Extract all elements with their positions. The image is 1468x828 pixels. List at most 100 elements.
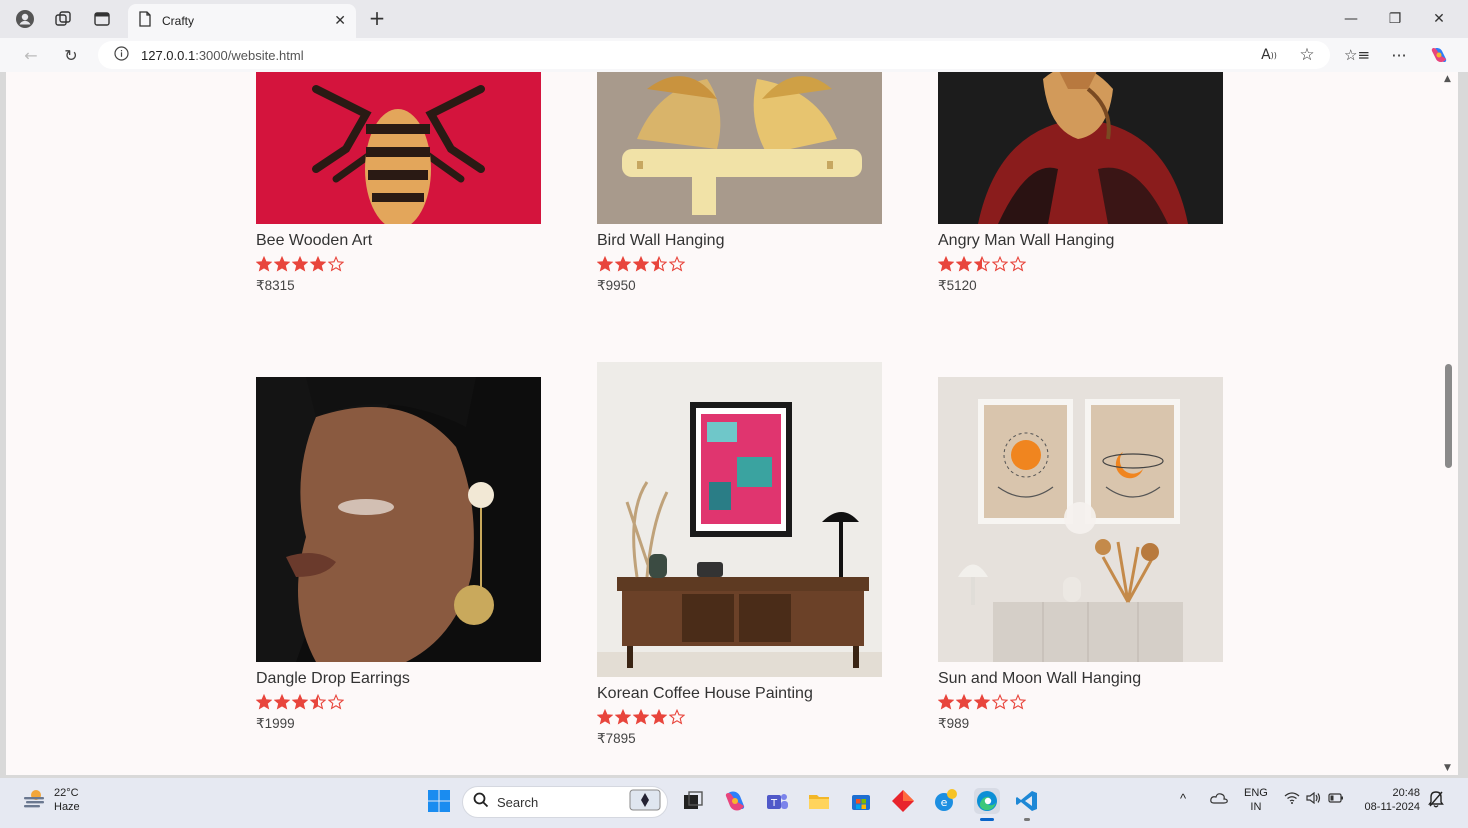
star-empty-icon xyxy=(992,256,1008,272)
favorite-star-icon[interactable]: ☆ xyxy=(1296,44,1318,66)
page-viewport: Bee Wooden Art ₹8315 Bird Wall Hanging ₹… xyxy=(6,72,1440,775)
search-highlight-icon xyxy=(629,789,661,815)
star-empty-icon xyxy=(669,256,685,272)
svg-text:T: T xyxy=(770,798,778,809)
scroll-down-arrow[interactable]: ▼ xyxy=(1444,763,1451,773)
star-empty-icon xyxy=(328,694,344,710)
notification-bell-icon[interactable] xyxy=(1428,790,1444,812)
star-empty-icon xyxy=(1010,694,1026,710)
product-card[interactable]: Sun and Moon Wall Hanging ₹989 xyxy=(938,377,1223,732)
system-clock[interactable]: 20:48 08-11-2024 xyxy=(1358,786,1420,814)
star-filled-icon xyxy=(256,256,272,272)
product-price: ₹5120 xyxy=(938,278,977,293)
close-window-icon[interactable]: ✕ xyxy=(1424,8,1454,30)
star-half-icon xyxy=(310,694,326,710)
scroll-thumb[interactable] xyxy=(1445,364,1452,468)
address-bar-row: ← ↻ 127.0.0.1:3000/website.html A)) ☆ ☆≡… xyxy=(0,38,1468,72)
teams-icon[interactable]: T xyxy=(764,788,790,814)
product-card[interactable]: Bird Wall Hanging ₹9950 xyxy=(597,72,882,294)
product-image-sun-moon[interactable] xyxy=(938,377,1223,662)
tab-bar: Crafty ✕ + — ❐ ✕ xyxy=(0,0,1468,38)
favorites-list-icon[interactable]: ☆≡ xyxy=(1344,44,1370,66)
product-name[interactable]: Dangle Drop Earrings xyxy=(256,670,541,690)
star-filled-icon xyxy=(292,256,308,272)
language-code: ENG xyxy=(1244,787,1268,799)
star-filled-icon xyxy=(615,256,631,272)
battery-icon[interactable] xyxy=(1328,792,1344,808)
internet-explorer-icon[interactable]: e xyxy=(932,788,958,814)
product-card[interactable]: Angry Man Wall Hanging ₹5120 xyxy=(938,72,1223,294)
search-icon xyxy=(473,792,489,812)
refresh-icon[interactable]: ↻ xyxy=(60,44,82,66)
star-filled-icon xyxy=(938,256,954,272)
tab-crafty[interactable]: Crafty ✕ xyxy=(128,4,356,38)
product-image-korean-painting[interactable] xyxy=(597,362,882,677)
rating-stars xyxy=(938,256,1223,274)
star-filled-icon xyxy=(274,694,290,710)
star-empty-icon xyxy=(669,709,685,725)
star-filled-icon xyxy=(256,694,272,710)
start-icon[interactable] xyxy=(426,788,452,814)
microsoft-store-icon[interactable] xyxy=(848,788,874,814)
url-bar[interactable]: 127.0.0.1:3000/website.html xyxy=(98,41,1330,69)
show-hidden-icons[interactable]: ^ xyxy=(1180,792,1186,806)
page-scrollbar[interactable]: ▲ ▼ xyxy=(1440,72,1458,775)
product-image-earrings[interactable] xyxy=(256,377,541,662)
profile-icon[interactable] xyxy=(14,8,36,30)
new-tab-button[interactable]: + xyxy=(366,8,388,30)
rating-stars xyxy=(597,256,882,274)
taskbar-search[interactable]: Search xyxy=(462,786,668,818)
back-icon[interactable]: ← xyxy=(20,44,42,66)
windows-taskbar: 22°C Haze Search T e ^ ENG IN 20:48 08-1… xyxy=(0,778,1468,828)
wifi-icon[interactable] xyxy=(1284,792,1300,808)
more-menu-icon[interactable]: ··· xyxy=(1388,44,1410,66)
app-diamond-icon[interactable] xyxy=(890,788,916,814)
product-name[interactable]: Korean Coffee House Painting xyxy=(597,685,882,705)
star-empty-icon xyxy=(992,694,1008,710)
star-filled-icon xyxy=(310,256,326,272)
onedrive-icon[interactable] xyxy=(1210,792,1228,808)
product-image-bird[interactable] xyxy=(597,72,882,224)
rating-stars xyxy=(256,256,541,274)
volume-icon[interactable] xyxy=(1306,791,1322,808)
star-empty-icon xyxy=(1010,256,1026,272)
read-aloud-icon[interactable]: A)) xyxy=(1258,44,1280,66)
star-half-icon xyxy=(651,256,667,272)
close-tab-icon[interactable]: ✕ xyxy=(334,13,346,29)
scroll-up-arrow[interactable]: ▲ xyxy=(1444,74,1451,84)
copilot-icon[interactable] xyxy=(1428,44,1450,66)
product-card[interactable]: Dangle Drop Earrings ₹1999 xyxy=(256,377,541,732)
product-card[interactable]: Bee Wooden Art ₹8315 xyxy=(256,72,541,294)
language-indicator[interactable]: ENG IN xyxy=(1244,786,1268,814)
product-card[interactable]: Korean Coffee House Painting ₹7895 xyxy=(597,362,882,747)
minimize-icon[interactable]: — xyxy=(1336,8,1366,30)
tab-actions-icon[interactable] xyxy=(91,8,113,30)
edge-icon[interactable] xyxy=(974,788,1000,814)
star-filled-icon xyxy=(633,709,649,725)
active-app-indicator xyxy=(980,818,994,821)
product-image-bee[interactable] xyxy=(256,72,541,224)
star-filled-icon xyxy=(615,709,631,725)
page-icon xyxy=(138,11,152,31)
restore-icon[interactable]: ❐ xyxy=(1380,8,1410,30)
info-icon[interactable] xyxy=(114,45,129,65)
product-name[interactable]: Bird Wall Hanging xyxy=(597,232,882,252)
task-view-icon[interactable] xyxy=(680,788,706,814)
copilot-taskbar-icon[interactable] xyxy=(722,788,748,814)
url-text: 127.0.0.1:3000/website.html xyxy=(141,48,304,63)
temperature: 22°C xyxy=(54,787,79,799)
haze-icon xyxy=(22,787,46,813)
search-label: Search xyxy=(497,794,539,810)
workspaces-icon[interactable] xyxy=(52,8,74,30)
product-name[interactable]: Angry Man Wall Hanging xyxy=(938,232,1223,252)
star-filled-icon xyxy=(274,256,290,272)
star-filled-icon xyxy=(597,256,613,272)
star-filled-icon xyxy=(292,694,308,710)
product-image-angry-man[interactable] xyxy=(938,72,1223,224)
vscode-icon[interactable] xyxy=(1014,788,1040,814)
weather-widget[interactable]: 22°C Haze xyxy=(22,786,80,814)
product-name[interactable]: Sun and Moon Wall Hanging xyxy=(938,670,1223,690)
product-name[interactable]: Bee Wooden Art xyxy=(256,232,541,252)
region-code: IN xyxy=(1250,801,1262,813)
file-explorer-icon[interactable] xyxy=(806,788,832,814)
